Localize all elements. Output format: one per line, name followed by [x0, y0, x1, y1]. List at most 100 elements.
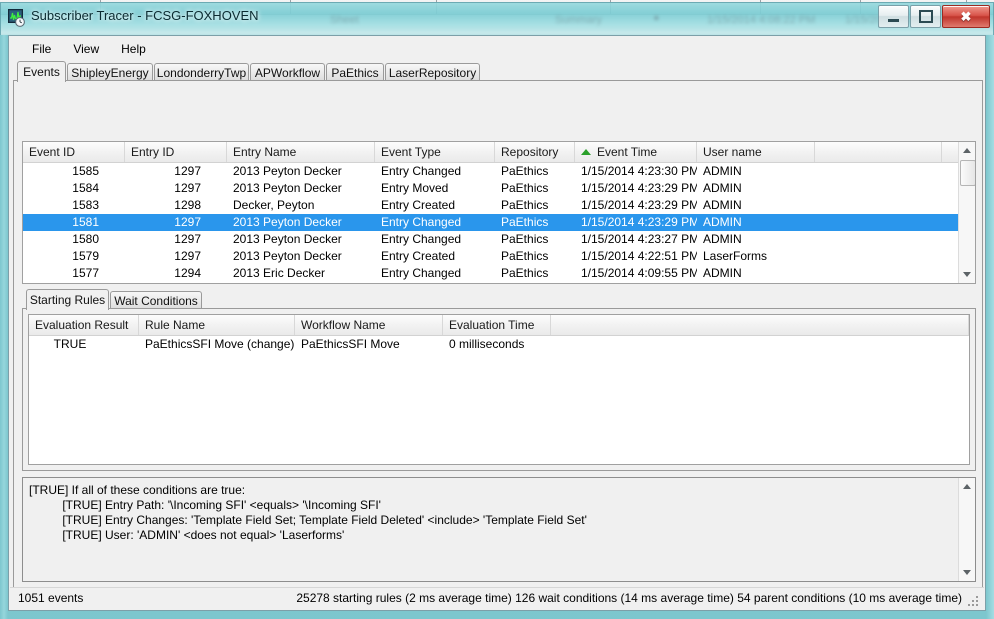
cell-entry_name: Decker, Peyton: [227, 197, 375, 214]
events-grid[interactable]: Event IDEntry IDEntry NameEvent TypeRepo…: [22, 141, 976, 284]
cell-evaluation_result: TRUE: [29, 336, 139, 353]
table-row[interactable]: 158412972013 Peyton DeckerEntry MovedPaE…: [23, 180, 975, 197]
column-header-evaluation-time[interactable]: Evaluation Time: [443, 315, 551, 335]
column-header-event-type[interactable]: Event Type: [375, 142, 495, 162]
table-row[interactable]: 15831298Decker, PeytonEntry CreatedPaEth…: [23, 197, 975, 214]
cell-event_time: 1/15/2014 4:23:29 PM: [575, 214, 697, 231]
status-statistics: 25278 starting rules (2 ms average time)…: [296, 591, 962, 605]
column-header-event-id[interactable]: Event ID: [23, 142, 125, 162]
cell-user_name: ADMIN: [697, 197, 815, 214]
cell-event_id: 1579: [23, 248, 125, 265]
starting-rules-grid[interactable]: Evaluation ResultRule NameWorkflow NameE…: [28, 314, 970, 465]
cell-blank: [551, 336, 969, 353]
cell-entry_id: 1297: [125, 231, 227, 248]
column-header-blank[interactable]: [551, 315, 969, 335]
menu-item-file[interactable]: File: [21, 39, 62, 59]
column-header-repository[interactable]: Repository: [495, 142, 575, 162]
window-title: Subscriber Tracer - FCSG-FOXHOVEN: [31, 8, 259, 23]
cell-entry_name: 2013 Eric Decker: [227, 265, 375, 282]
resize-gripper-icon[interactable]: [967, 593, 981, 607]
cell-entry_id: 1297: [125, 248, 227, 265]
cell-event_type: Entry Changed: [375, 231, 495, 248]
cell-blank: [815, 163, 942, 180]
cell-event_type: Entry Moved: [375, 180, 495, 197]
condition-detail-text: [TRUE] If all of these conditions are tr…: [29, 483, 949, 543]
table-row[interactable]: 158112972013 Peyton DeckerEntry ChangedP…: [23, 214, 975, 231]
cell-entry_name: 2013 Peyton Decker: [227, 231, 375, 248]
table-row[interactable]: TRUEPaEthicsSFI Move (change)PaEthicsSFI…: [29, 336, 969, 353]
cell-entry_name: 2013 Peyton Decker: [227, 163, 375, 180]
menu-item-view[interactable]: View: [62, 39, 110, 59]
table-row[interactable]: 157912972013 Peyton DeckerEntry CreatedP…: [23, 248, 975, 265]
cell-event_type: Entry Created: [375, 197, 495, 214]
title-bar[interactable]: Subscriber Tracer - FCSG-FOXHOVEN ✖: [0, 2, 994, 33]
cell-entry_id: 1294: [125, 265, 227, 282]
cell-event_type: Entry Changed: [375, 214, 495, 231]
column-header-event-time[interactable]: Event Time: [575, 142, 697, 162]
events-grid-scrollbar[interactable]: [958, 142, 975, 283]
tab-paethics[interactable]: PaEthics: [326, 63, 384, 81]
cell-blank: [815, 231, 942, 248]
cell-event_time: 1/15/2014 4:23:30 PM: [575, 163, 697, 180]
table-row[interactable]: 158512972013 Peyton DeckerEntry ChangedP…: [23, 163, 975, 180]
condition-detail-panel[interactable]: [TRUE] If all of these conditions are tr…: [22, 477, 976, 582]
table-row[interactable]: 157712942013 Eric DeckerEntry ChangedPaE…: [23, 265, 975, 282]
scrollbar-thumb[interactable]: [960, 160, 976, 186]
column-header-evaluation-result[interactable]: Evaluation Result: [29, 315, 139, 335]
scroll-up-icon[interactable]: [959, 142, 975, 159]
tab-shipleyenergy[interactable]: ShipleyEnergy: [67, 63, 153, 81]
close-icon: ✖: [961, 10, 972, 23]
menu-bar: FileViewHelp: [9, 36, 985, 61]
cell-entry_name: 2013 Peyton Decker: [227, 214, 375, 231]
events-tab-page: Event IDEntry IDEntry NameEvent TypeRepo…: [13, 80, 983, 607]
menu-item-help[interactable]: Help: [110, 39, 157, 59]
scroll-down-icon[interactable]: [959, 564, 975, 581]
cell-event_time: 1/15/2014 4:23:29 PM: [575, 180, 697, 197]
status-event-count: 1051 events: [18, 591, 83, 605]
scroll-up-icon[interactable]: [959, 478, 975, 495]
close-button[interactable]: ✖: [942, 5, 990, 28]
cell-entry_id: 1298: [125, 197, 227, 214]
cell-evaluation_time: 0 milliseconds: [443, 336, 551, 353]
maximize-button[interactable]: [910, 5, 941, 28]
table-row[interactable]: 158012972013 Peyton DeckerEntry ChangedP…: [23, 231, 975, 248]
cell-event_time: 1/15/2014 4:22:51 PM: [575, 248, 697, 265]
scroll-down-icon[interactable]: [959, 266, 975, 283]
cell-blank: [815, 197, 942, 214]
detail-panel-scrollbar[interactable]: [958, 478, 975, 581]
column-header-rule-name[interactable]: Rule Name: [139, 315, 295, 335]
cell-repository: PaEthics: [495, 231, 575, 248]
cell-repository: PaEthics: [495, 163, 575, 180]
tab-londonderrytwp[interactable]: LondonderryTwp: [154, 63, 249, 81]
cell-repository: PaEthics: [495, 197, 575, 214]
cell-event_type: Entry Changed: [375, 163, 495, 180]
cell-user_name: ADMIN: [697, 231, 815, 248]
column-header-blank[interactable]: [815, 142, 942, 162]
repository-tab-strip: EventsShipleyEnergyLondonderryTwpAPWorkf…: [13, 61, 985, 81]
minimize-button[interactable]: [878, 5, 909, 28]
caption-buttons: ✖: [877, 5, 990, 27]
cell-blank: [815, 214, 942, 231]
cell-repository: PaEthics: [495, 248, 575, 265]
cell-event_id: 1584: [23, 180, 125, 197]
rules-tab-starting-rules[interactable]: Starting Rules: [26, 289, 109, 310]
column-header-entry-id[interactable]: Entry ID: [125, 142, 227, 162]
cell-entry_id: 1297: [125, 163, 227, 180]
status-bar: 1051 events 25278 starting rules (2 ms a…: [10, 587, 984, 609]
starting-rules-page: Evaluation ResultRule NameWorkflow NameE…: [22, 308, 976, 471]
cell-entry_name: 2013 Peyton Decker: [227, 248, 375, 265]
column-header-entry-name[interactable]: Entry Name: [227, 142, 375, 162]
cell-entry_id: 1297: [125, 214, 227, 231]
tab-apworkflow[interactable]: APWorkflow: [250, 63, 325, 81]
cell-event_id: 1585: [23, 163, 125, 180]
cell-repository: PaEthics: [495, 265, 575, 282]
events-grid-header: Event IDEntry IDEntry NameEvent TypeRepo…: [23, 142, 975, 163]
cell-event_time: 1/15/2014 4:23:29 PM: [575, 197, 697, 214]
rules-tab-strip: Starting RulesWait Conditions: [22, 289, 976, 309]
column-header-workflow-name[interactable]: Workflow Name: [295, 315, 443, 335]
tab-laserrepository[interactable]: LaserRepository: [385, 63, 480, 81]
rules-tab-wait-conditions[interactable]: Wait Conditions: [110, 291, 202, 309]
column-header-user-name[interactable]: User name: [697, 142, 815, 162]
tab-events[interactable]: Events: [17, 61, 66, 82]
cell-repository: PaEthics: [495, 180, 575, 197]
